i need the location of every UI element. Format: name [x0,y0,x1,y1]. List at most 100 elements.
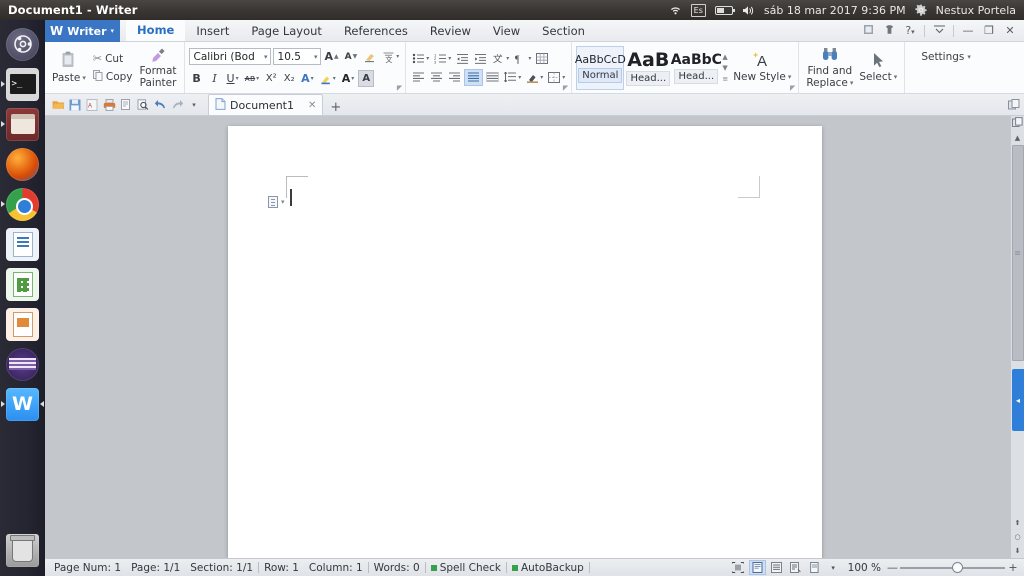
undo-icon[interactable] [152,97,168,113]
battery-icon[interactable] [715,6,733,15]
tab-references[interactable]: References [333,20,419,41]
next-page-button[interactable]: ⬇ [1011,544,1024,558]
table-borders-icon[interactable] [534,50,551,67]
grow-font-button[interactable]: A▲ [323,48,341,65]
borders-icon[interactable]: ▾ [546,69,567,86]
tab-section[interactable]: Section [531,20,596,41]
new-document-tab-button[interactable]: + [323,100,348,115]
side-panel-tab[interactable]: ◂ [1012,369,1024,431]
scroll-up-button[interactable]: ▲ [1011,131,1024,145]
pdf-icon[interactable]: A [84,97,100,113]
paste-button[interactable]: Paste ▾ [49,44,89,91]
customize-qat-button[interactable]: ▾ [186,97,202,113]
launcher-item-libreoffice-calc[interactable] [0,264,45,304]
minimize-button[interactable]: — [961,24,975,37]
status-page[interactable]: Page: 1/1 [126,562,185,574]
status-autobackup[interactable]: AutoBackup [507,562,589,574]
copy-button[interactable]: Copy [89,69,137,85]
subscript-button[interactable]: X₂ [281,70,297,87]
scrollbar-track[interactable] [1011,145,1024,516]
browse-object-button[interactable]: ○ [1011,530,1024,544]
cut-button[interactable]: ✂ Cut [89,51,137,67]
close-button[interactable]: ✕ [1003,24,1017,37]
status-section[interactable]: Section: 1/1 [185,562,258,574]
tab-insert[interactable]: Insert [185,20,240,41]
launcher-item-firefox[interactable] [0,144,45,184]
phonetic-guide-icon[interactable]: 文 ▾ [380,48,401,65]
zoom-in-button[interactable]: + [1008,561,1018,574]
character-shading-button[interactable]: A [358,70,374,87]
launcher-item-chrome[interactable] [0,184,45,224]
paragraph-dialog-launcher[interactable]: ◤ [563,84,568,92]
scrollbar-thumb[interactable] [1012,145,1024,361]
view-options-caret[interactable]: ▾ [825,560,842,575]
tab-home[interactable]: Home [126,20,185,41]
launcher-item-libreoffice-writer[interactable] [0,224,45,264]
maximize-button[interactable]: ❐ [982,24,996,37]
skin-icon[interactable] [882,24,896,38]
previous-page-button[interactable]: ⬆ [1011,516,1024,530]
font-color-button[interactable]: A▾ [340,70,357,87]
find-and-replace-button[interactable]: Find and Replace ▾ [803,44,856,91]
help-button[interactable]: ?▾ [903,24,917,37]
launcher-item-eclipse[interactable] [0,344,45,384]
zoom-slider-knob[interactable] [952,562,963,573]
redo-icon[interactable] [169,97,185,113]
style-item-normal[interactable]: AaBbCcD Normal [576,46,624,90]
launcher-item-libreoffice-impress[interactable] [0,304,45,344]
line-spacing-icon[interactable]: ▾ [502,69,523,86]
style-more-button[interactable]: ≡ [722,75,728,83]
full-screen-view-button[interactable] [730,560,747,575]
printer-icon[interactable] [101,97,117,113]
close-icon[interactable]: ✕ [308,100,316,111]
paste-options-icon[interactable]: ▾ [268,196,285,208]
increase-indent-icon[interactable] [472,50,489,67]
numbered-list-icon[interactable]: 123 ▾ [432,50,453,67]
launcher-item-wps-writer[interactable]: W [0,384,45,424]
status-spell-check[interactable]: Spell Check [426,562,506,574]
paragraph-marks-icon[interactable]: ¶ ▾ [512,50,533,67]
status-column[interactable]: Column: 1 [304,562,368,574]
styles-dialog-launcher[interactable]: ◤ [790,84,795,92]
clock-indicator[interactable]: sáb 18 mar 2017 9:36 PM [764,4,906,17]
font-name-combo[interactable]: Calibri (Bod ▾ [189,48,271,65]
bold-button[interactable]: B [189,70,205,87]
shrink-font-button[interactable]: A▼ [343,48,360,65]
select-button[interactable]: Select ▾ [856,44,900,91]
style-scroll-up-button[interactable]: ▲ [722,53,728,61]
wps-application-button[interactable]: W Writer ▾ [45,20,120,42]
tab-options-icon[interactable] [1008,94,1024,115]
style-item-heading-2[interactable]: AaBbC Head... [672,46,720,90]
bullet-list-icon[interactable]: ▾ [410,50,431,67]
zoom-slider-track[interactable] [900,567,1005,569]
save-icon[interactable] [67,97,83,113]
superscript-button[interactable]: X² [263,70,279,87]
user-menu[interactable]: Nestux Portela [936,4,1016,17]
underline-button[interactable]: U▾ [225,70,241,87]
document-page[interactable]: ▾ [228,126,822,558]
tab-page-layout[interactable]: Page Layout [240,20,333,41]
settings-button[interactable]: Settings ▾ [917,49,975,65]
status-page-num[interactable]: Page Num: 1 [49,562,126,574]
zoom-level-label[interactable]: 100 % [844,562,885,574]
strikethrough-button[interactable]: ᴀʙ▾ [243,70,262,87]
keyboard-layout-indicator[interactable]: Es [691,4,706,17]
align-right-icon[interactable] [446,69,463,86]
outline-view-button[interactable] [768,560,785,575]
align-center-icon[interactable] [428,69,445,86]
gear-icon[interactable] [915,4,927,16]
align-justify-icon[interactable] [464,69,483,86]
decrease-indent-icon[interactable] [454,50,471,67]
font-dialog-launcher[interactable]: ◤ [397,84,402,92]
distribute-icon[interactable] [484,69,501,86]
collapse-ribbon-icon[interactable] [932,24,946,38]
tab-review[interactable]: Review [419,20,482,41]
style-item-heading-1[interactable]: AaB Head... [624,46,672,90]
print-preview-icon[interactable] [118,97,134,113]
wifi-icon[interactable] [669,5,682,16]
new-style-button[interactable]: A New Style ▾ [730,44,794,91]
align-left-icon[interactable] [410,69,427,86]
web-view-button[interactable] [787,560,804,575]
launcher-item-terminal[interactable]: >_ [0,64,45,104]
launcher-item-trash[interactable] [0,530,45,570]
